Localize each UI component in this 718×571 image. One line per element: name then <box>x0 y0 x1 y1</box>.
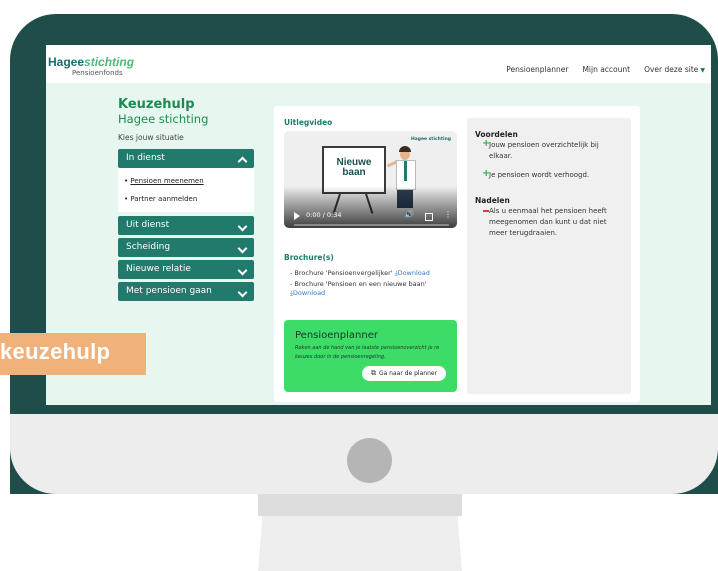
top-bar: Hageestichting Pensioenfonds Pensioenpla… <box>46 45 711 83</box>
situation-accordion: In dienst • Pensioen meenemen • Partner … <box>118 149 254 304</box>
download-link[interactable]: Download <box>398 269 430 277</box>
chevron-down-icon <box>237 243 248 254</box>
content-card: Uitlegvideo Hagee stichting Nieuwe baan … <box>274 106 640 402</box>
accordion-label: Met pensioen gaan <box>126 286 212 296</box>
nav-mijn-account[interactable]: Mijn account <box>582 65 630 74</box>
plus-icon: + <box>482 168 491 179</box>
nav-over-deze-site-label: Over deze site <box>644 65 699 74</box>
planner-description: Reken aan de hand van je laatste pensioe… <box>295 345 440 360</box>
chevron-down-icon <box>237 265 248 276</box>
caret-down-icon: ▼ <box>700 67 705 74</box>
accordion-uit-dienst[interactable]: Uit dienst <box>118 216 254 235</box>
brochure-title: Brochure 'Pensioen en een nieuwe baan' <box>294 280 427 288</box>
minus-icon <box>483 210 489 212</box>
cons-heading: Nadelen <box>475 196 510 205</box>
brochures-label: Brochure(s) <box>284 253 334 262</box>
brand-logo[interactable]: Hageestichting Pensioenfonds <box>48 53 134 77</box>
planner-card: Pensioenplanner Reken aan de hand van je… <box>284 320 457 392</box>
monitor: Hageestichting Pensioenfonds Pensioenpla… <box>10 14 718 494</box>
logo-main: Hagee <box>48 55 85 69</box>
monitor-stand-shadow <box>258 494 462 516</box>
chevron-down-icon <box>237 287 248 298</box>
fullscreen-icon[interactable] <box>425 213 433 221</box>
chevron-up-icon <box>237 156 248 167</box>
video-time: 0:00 / 0:34 <box>306 211 342 219</box>
external-link-icon: ⧉ <box>370 369 376 377</box>
video-progress-bar[interactable] <box>294 224 449 226</box>
sub-item-label: Partner aanmelden <box>130 195 198 203</box>
pro-text: Je pensioen wordt verhoogd. <box>489 171 590 179</box>
con-item: Als u eenmaal het pensioen heeft meegeno… <box>483 206 623 239</box>
volume-icon[interactable]: 🔊 <box>404 210 414 219</box>
planner-title: Pensioenplanner <box>295 330 378 341</box>
accordion-label: In dienst <box>126 153 165 163</box>
video-label: Uitlegvideo <box>284 118 333 127</box>
brochure-title: Brochure 'Pensioenvergelijker' <box>294 269 393 277</box>
con-text: Als u eenmaal het pensioen heeft meegeno… <box>489 207 607 237</box>
accordion-in-dienst[interactable]: In dienst <box>118 149 254 168</box>
nav-pensioenplanner[interactable]: Pensioenplanner <box>506 65 568 74</box>
accordion-label: Nieuwe relatie <box>126 264 191 274</box>
play-icon[interactable] <box>294 212 300 220</box>
page-subtitle: Hagee stichting <box>118 112 209 126</box>
chevron-down-icon <box>237 221 248 232</box>
monitor-logo-circle <box>347 438 392 483</box>
whiteboard-text: Nieuwe baan <box>336 157 372 178</box>
logo-subtitle: Pensioenfonds <box>72 69 123 77</box>
presenter-hair <box>399 146 411 152</box>
pro-item: + Jouw pensioen overzichtelijk bij elkaa… <box>482 138 623 162</box>
accordion-label: Scheiding <box>126 242 171 252</box>
video-player[interactable]: Hagee stichting Nieuwe baan 0:00 / 0:34 … <box>284 131 457 228</box>
sub-item-partner-aanmelden[interactable]: • Partner aanmelden <box>124 190 248 208</box>
sub-item-label: Pensioen meenemen <box>130 177 204 185</box>
plus-icon: + <box>482 138 491 149</box>
pro-text: Jouw pensioen overzichtelijk bij elkaar. <box>489 141 599 160</box>
accordion-met-pensioen-gaan[interactable]: Met pensioen gaan <box>118 282 254 301</box>
more-options-icon[interactable]: ⋮ <box>444 210 452 219</box>
pros-cons-panel: Voordelen + Jouw pensioen overzichtelijk… <box>467 118 631 394</box>
logo-accent: stichting <box>84 55 135 69</box>
page-title: Keuzehulp <box>118 97 195 112</box>
banner-text: keuzehulp <box>0 339 111 364</box>
keuzehulp-banner: keuzehulp <box>0 333 146 375</box>
accordion-scheiding[interactable]: Scheiding <box>118 238 254 257</box>
pro-item: + Je pensioen wordt verhoogd. <box>482 168 623 181</box>
download-link[interactable]: Download <box>293 289 325 297</box>
accordion-nieuwe-relatie[interactable]: Nieuwe relatie <box>118 260 254 279</box>
accordion-in-dienst-body: • Pensioen meenemen • Partner aanmelden <box>118 168 254 212</box>
choose-situation-label: Kies jouw situatie <box>118 133 184 142</box>
sub-item-pensioen-meenemen[interactable]: • Pensioen meenemen <box>124 172 248 190</box>
video-brand-logo: Hagee stichting <box>410 137 451 142</box>
presenter-tie <box>404 161 407 181</box>
planner-button-label: Ga naar de planner <box>378 370 438 377</box>
brochure-item: - Brochure 'Pensioen en een nieuwe baan'… <box>290 280 427 297</box>
go-to-planner-button[interactable]: ⧉ Ga naar de planner <box>362 366 446 381</box>
monitor-bezel <box>10 414 718 494</box>
nav-over-deze-site[interactable]: Over deze site ▼ <box>644 65 705 74</box>
main-nav: Pensioenplanner Mijn account Over deze s… <box>506 65 705 74</box>
video-controls: 0:00 / 0:34 🔊 ⋮ <box>284 210 457 222</box>
brochure-item: - Brochure 'Pensioenvergelijker' ⤓Downlo… <box>290 269 430 277</box>
accordion-label: Uit dienst <box>126 220 170 230</box>
